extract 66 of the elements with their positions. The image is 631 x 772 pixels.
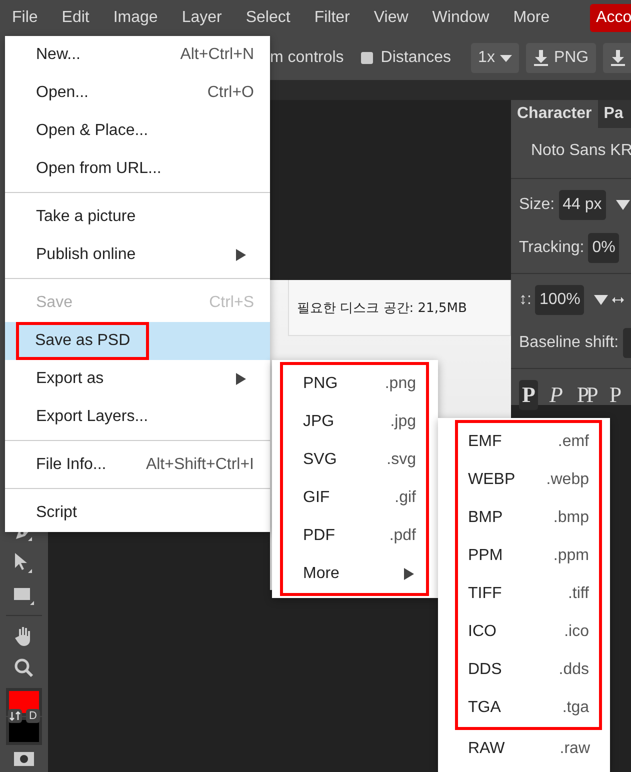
mask-icon[interactable] bbox=[14, 752, 34, 766]
scale-dropdown[interactable]: 1x bbox=[471, 43, 519, 73]
menu-item[interactable]: PPM .ppm bbox=[458, 537, 599, 575]
menu-item[interactable]: Publish online bbox=[5, 236, 270, 274]
swap-colors-icon[interactable] bbox=[8, 709, 22, 723]
menu-item[interactable]: More bbox=[513, 9, 550, 27]
menu-item[interactable]: Image bbox=[113, 9, 158, 27]
menu-item[interactable]: Export as bbox=[5, 360, 270, 398]
baseline-shift-field[interactable] bbox=[622, 328, 631, 358]
menu-item[interactable]: Save as PSD bbox=[5, 322, 270, 360]
menu-item[interactable]: ICO .ico bbox=[458, 613, 599, 651]
menu-item[interactable]: File Info... Alt+Shift+Ctrl+I bbox=[5, 446, 270, 484]
size-field[interactable]: 44 px bbox=[558, 190, 606, 220]
default-colors-button[interactable]: D bbox=[26, 709, 40, 723]
menu-item[interactable]: Export Layers... bbox=[5, 398, 270, 436]
menu-item[interactable]: Window bbox=[432, 9, 490, 27]
menu-item[interactable]: File bbox=[12, 9, 38, 27]
text-style-button[interactable]: P bbox=[546, 380, 566, 410]
download-button[interactable] bbox=[602, 43, 631, 73]
leading-field[interactable]: 100% bbox=[535, 284, 584, 314]
disk-space-text: 필요한 디스크 공간: 21,5MB bbox=[297, 300, 467, 316]
horizontal-scale-icon bbox=[612, 296, 624, 304]
menu-item[interactable]: Open & Place... bbox=[5, 112, 270, 150]
text-style-button[interactable]: P bbox=[606, 380, 625, 410]
menu-item[interactable]: TGA .tga bbox=[458, 689, 599, 727]
text-style-button[interactable]: PP bbox=[574, 380, 598, 410]
menu-item[interactable]: Filter bbox=[314, 9, 350, 27]
download-icon bbox=[532, 50, 549, 66]
menu-item[interactable]: DDS .dds bbox=[458, 651, 599, 689]
download-icon bbox=[610, 50, 626, 66]
menu-item[interactable]: PNG .png bbox=[283, 365, 426, 403]
menu-item[interactable]: WEBP .webp bbox=[458, 461, 599, 499]
menu-item[interactable]: PDF .pdf bbox=[283, 517, 426, 555]
account-button[interactable]: Acco bbox=[590, 4, 631, 32]
menu-item[interactable]: GIF .gif bbox=[283, 479, 426, 517]
menu-item[interactable]: New... Alt+Ctrl+N bbox=[5, 36, 270, 74]
tracking-field[interactable]: 0% bbox=[588, 232, 620, 262]
menu-item[interactable]: Script bbox=[5, 494, 270, 532]
baseline-shift-label: Baseline shift: bbox=[519, 334, 619, 352]
menu-item[interactable]: Edit bbox=[62, 9, 90, 27]
export-button[interactable]: PNG bbox=[526, 43, 596, 73]
menu-item[interactable]: EMF .emf bbox=[458, 423, 599, 461]
menu-item[interactable]: BMP .bmp bbox=[458, 499, 599, 537]
leading-label: ↕: bbox=[519, 290, 532, 308]
menu-item[interactable]: More bbox=[283, 555, 426, 593]
menu-item[interactable]: Take a picture bbox=[5, 198, 270, 236]
caret-icon[interactable] bbox=[616, 200, 630, 210]
menu-item[interactable]: Layer bbox=[182, 9, 222, 27]
transform-controls-label: m controls bbox=[270, 49, 344, 67]
menu-item[interactable]: SVG .svg bbox=[283, 441, 426, 479]
menu-item[interactable]: Open... Ctrl+O bbox=[5, 74, 270, 112]
caret-icon bbox=[500, 54, 512, 62]
zoom-tool-icon[interactable] bbox=[12, 656, 36, 680]
menu-item[interactable]: RAW .raw bbox=[438, 730, 610, 768]
menu-item[interactable]: Open from URL... bbox=[5, 150, 270, 188]
panel-tab[interactable]: Character bbox=[511, 100, 598, 128]
distances-label: Distances bbox=[380, 49, 452, 67]
menu-item[interactable]: Select bbox=[246, 9, 290, 27]
size-label: Size: bbox=[519, 196, 555, 214]
menu-item[interactable]: TIFF .tiff bbox=[458, 575, 599, 613]
text-style-button[interactable]: P bbox=[519, 380, 538, 410]
menu-item[interactable]: JPG .jpg bbox=[283, 403, 426, 441]
checkbox[interactable] bbox=[360, 52, 373, 64]
menu-item[interactable]: View bbox=[374, 9, 408, 27]
tracking-label: Tracking: bbox=[519, 238, 584, 256]
caret-icon[interactable] bbox=[594, 294, 608, 304]
